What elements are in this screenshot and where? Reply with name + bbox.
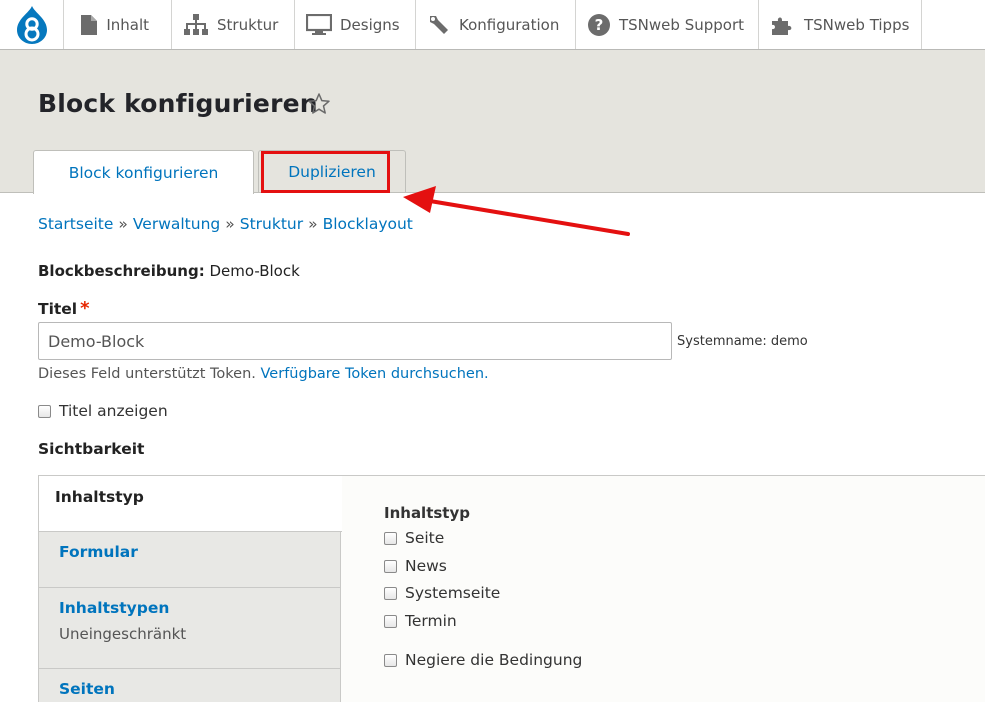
- vertical-tab-title: Formular: [59, 543, 138, 561]
- browse-tokens-link[interactable]: Verfügbare Token durchsuchen.: [261, 366, 489, 382]
- visibility-heading: Sichtbarkeit: [38, 440, 145, 458]
- option-news[interactable]: News: [384, 557, 447, 575]
- option-label: Negiere die Bedingung: [405, 651, 583, 669]
- option-systemseite[interactable]: Systemseite: [384, 584, 500, 602]
- machine-name: Systemname: demo: [677, 334, 808, 349]
- block-description-label: Blockbeschreibung: [38, 262, 199, 280]
- breadcrumb-admin[interactable]: Verwaltung: [133, 215, 220, 233]
- option-negate[interactable]: Negiere die Bedingung: [384, 651, 582, 669]
- title-input[interactable]: [38, 322, 672, 360]
- vertical-tabs-menu: Inhaltstyp Formular Inhaltstypen Uneinge…: [39, 476, 342, 702]
- option-label: Systemseite: [405, 584, 501, 602]
- vertical-tab-pages[interactable]: Seiten: [39, 669, 341, 702]
- checkbox-news[interactable]: [384, 559, 397, 573]
- label-colon: :: [198, 262, 205, 280]
- breadcrumb-home[interactable]: Startseite: [38, 215, 113, 233]
- vertical-tab-title: Inhaltstypen: [59, 599, 170, 617]
- vertical-tab-content-types[interactable]: Inhaltstypen Uneingeschränkt: [39, 588, 341, 669]
- show-title-label: Titel anzeigen: [59, 402, 168, 420]
- breadcrumb-separator: »: [308, 215, 318, 233]
- token-help: Dieses Feld unterstützt Token. Verfügbar…: [38, 366, 489, 382]
- block-description-value: Demo-Block: [209, 262, 300, 280]
- option-label: Seite: [405, 529, 445, 547]
- option-seite[interactable]: Seite: [384, 529, 444, 547]
- visibility-vertical-tabs: Inhaltstyp Formular Inhaltstypen Uneinge…: [38, 475, 985, 702]
- breadcrumb: Startseite » Verwaltung » Struktur » Blocklayo…: [38, 215, 413, 233]
- vertical-tab-pane: Inhaltstyp Seite News Systemseite Termin…: [342, 476, 985, 702]
- show-title-option[interactable]: Titel anzeigen: [38, 402, 168, 420]
- checkbox-termin[interactable]: [384, 614, 397, 628]
- content-type-label: Inhaltstyp: [384, 504, 470, 522]
- checkbox-systemseite[interactable]: [384, 586, 397, 600]
- vertical-tab-form[interactable]: Formular: [39, 532, 341, 588]
- show-title-checkbox[interactable]: [38, 404, 51, 418]
- required-marker: *: [80, 298, 90, 319]
- token-help-text: Dieses Feld unterstützt Token.: [38, 366, 256, 382]
- title-label-text: Titel: [38, 300, 78, 318]
- checkbox-seite[interactable]: [384, 531, 397, 545]
- vertical-tab-title: Inhaltstyp: [55, 488, 144, 506]
- title-field-label: Titel *: [38, 298, 90, 319]
- block-description: Blockbeschreibung: Demo-Block: [38, 262, 300, 280]
- breadcrumb-block-layout[interactable]: Blocklayout: [323, 215, 413, 233]
- vertical-tab-content-type[interactable]: Inhaltstyp: [39, 476, 342, 532]
- option-label: News: [405, 557, 447, 575]
- option-label: Termin: [405, 612, 457, 630]
- breadcrumb-structure[interactable]: Struktur: [240, 215, 303, 233]
- option-termin[interactable]: Termin: [384, 612, 457, 630]
- breadcrumb-separator: »: [118, 215, 128, 233]
- vertical-tab-title: Seiten: [59, 680, 115, 698]
- vertical-tab-summary: Uneingeschränkt: [59, 625, 187, 643]
- breadcrumb-separator: »: [225, 215, 235, 233]
- checkbox-negate[interactable]: [384, 653, 397, 667]
